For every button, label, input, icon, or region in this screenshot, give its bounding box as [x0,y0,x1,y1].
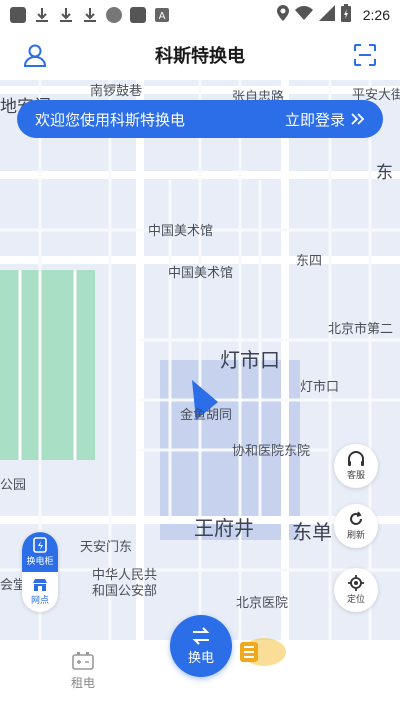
page-title: 科斯特换电 [155,46,245,67]
double-chevron-right-icon [351,113,365,125]
swap-battery-button[interactable]: 换电 [170,615,232,677]
login-banner[interactable]: 欢迎您使用科斯特换电 立即登录 [17,100,383,138]
map-canvas [0,80,400,640]
download-icon [82,7,98,23]
filter-outlet-label: 网点 [30,596,49,606]
map-label: 灯市口 [300,380,340,395]
filter-cabinet-label: 换电柜 [26,557,54,567]
download-icon [34,7,50,23]
signal-icon [318,4,335,26]
font-a-icon: A [154,7,170,23]
filter-swap-cabinet[interactable]: 换电柜 [22,532,58,572]
service-label: 客服 [346,471,365,481]
locate-label: 定位 [346,595,365,605]
station-type-filter: 换电柜 网点 [22,532,58,612]
svg-text:A: A [159,11,166,22]
map-label: 灯市口 [220,348,280,372]
map-label: 公园 [0,478,27,493]
nav-rent-battery[interactable]: 租电 [60,652,106,700]
battery-rent-icon [72,652,94,670]
refresh-label: 刷新 [346,531,365,541]
promo-coin-icon[interactable] [238,632,286,672]
rent-label: 租电 [70,676,95,690]
map-label: 和国公安部 [92,584,158,599]
map-label: 北京市第二 [328,322,394,337]
swap-label: 换电 [187,650,214,666]
map-label: 金鱼胡同 [180,408,233,423]
map-label: 东单 [292,520,332,544]
map-view[interactable]: 南锣鼓巷 张自忠路 平安大街 地安门 东 中国美术馆 中国美术馆 东四 北京市第… [0,80,400,640]
app-header: 科斯特换电 [0,30,400,80]
swap-arrows-icon [192,626,210,645]
map-label: 中国美术馆 [148,224,214,239]
store-icon [33,579,47,591]
headset-icon [348,451,364,466]
clock: 2:26 [362,7,390,23]
status-bar: A 2:26 [0,0,400,30]
scan-icon[interactable] [352,42,378,68]
map-label: 北京医院 [236,596,289,611]
notification-icons: A [10,7,170,23]
cat-app-icon [106,7,122,23]
map-label: 中国美术馆 [168,266,234,281]
map-label: 协和医院东院 [232,444,311,459]
locate-icon [348,575,364,591]
welcome-text: 欢迎您使用科斯特换电 [35,110,186,129]
login-now-link[interactable]: 立即登录 [285,109,365,130]
map-label: 东四 [296,254,323,269]
download-icon [58,7,74,23]
battery-charging-icon [340,3,351,27]
app-icon [130,7,146,23]
customer-service-button[interactable]: 客服 [334,444,378,488]
app-icon [10,7,26,23]
map-label: 天安门东 [80,540,133,555]
map-label: 东 [376,163,393,183]
login-now-label: 立即登录 [284,110,345,129]
map-label: 王府井 [194,516,254,540]
battery-cabinet-icon [33,537,47,553]
system-icons: 2:26 [276,3,390,27]
map-label: 南锣鼓巷 [90,84,143,99]
wifi-icon [294,5,313,25]
refresh-icon [350,511,362,525]
refresh-button[interactable]: 刷新 [334,504,378,548]
location-icon [276,4,289,26]
park-area [0,270,95,460]
filter-outlet[interactable]: 网点 [22,572,58,612]
profile-icon[interactable] [22,42,48,68]
locate-button[interactable]: 定位 [334,568,378,612]
